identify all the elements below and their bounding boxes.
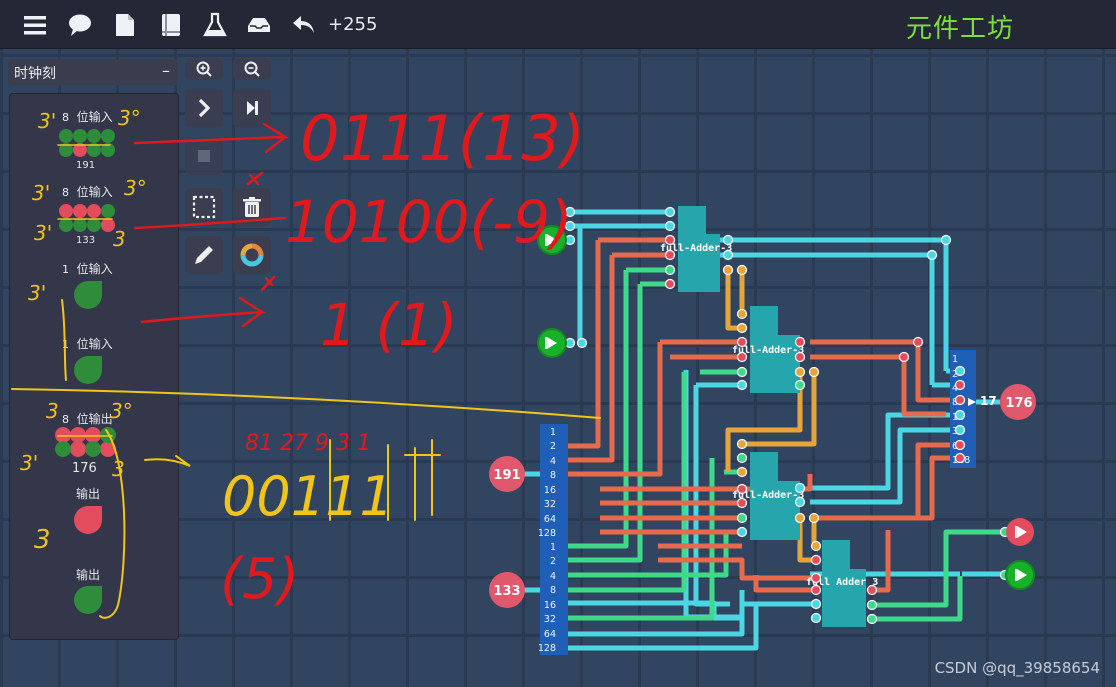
bit-label: 4 bbox=[550, 571, 556, 582]
bit-label: 8 bbox=[550, 470, 556, 481]
bit-label: 32 bbox=[544, 614, 556, 625]
bit-output-light bbox=[1005, 560, 1035, 590]
bit-label: 4 bbox=[550, 456, 556, 467]
watermark: CSDN @qq_39858654 bbox=[934, 659, 1100, 677]
bit-label: 16 bbox=[544, 485, 556, 496]
byte-input-b-value: 133 bbox=[493, 584, 520, 599]
bit-label: 2 bbox=[550, 556, 556, 567]
bit-input-switch[interactable] bbox=[537, 225, 567, 255]
byte-input-a-value: 191 bbox=[493, 468, 520, 483]
bit-label: 128 bbox=[538, 643, 556, 654]
bit-label: 8 bbox=[550, 585, 556, 596]
output-bits-hint: 17 bbox=[980, 394, 997, 408]
bit-label: 1 bbox=[952, 354, 958, 365]
bit-label: 1 bbox=[550, 427, 556, 438]
bit-output-light bbox=[1006, 518, 1034, 546]
bit-label: 64 bbox=[544, 514, 556, 525]
bit-label: 16 bbox=[544, 600, 556, 611]
adder-blocks bbox=[678, 206, 866, 627]
bit-label: 64 bbox=[544, 629, 556, 640]
byte-output-value: 176 bbox=[1005, 396, 1032, 411]
bit-label: 128 bbox=[538, 528, 556, 539]
circuit-canvas[interactable]: full-Adder-3 full-Adder-3 full-Adder-3 f… bbox=[0, 0, 1116, 687]
bit-label: 2 bbox=[550, 441, 556, 452]
bit-label: 1 bbox=[550, 542, 556, 553]
bit-input-switch[interactable] bbox=[537, 328, 567, 358]
bit-label: 32 bbox=[544, 499, 556, 510]
